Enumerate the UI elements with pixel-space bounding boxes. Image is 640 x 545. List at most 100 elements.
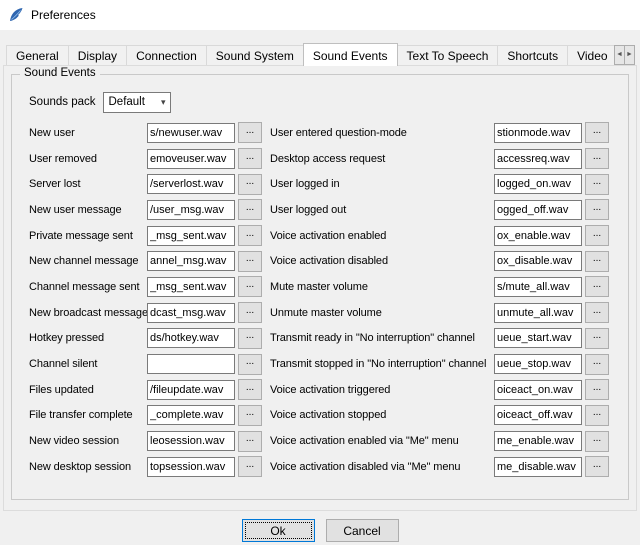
sound-event-row: User removed ... Desktop access request … [12, 146, 628, 172]
event-label: Voice activation disabled via "Me" menu [270, 461, 494, 473]
tab-connection[interactable]: Connection [126, 45, 207, 66]
browse-button[interactable]: ... [585, 225, 609, 246]
cancel-button[interactable]: Cancel [326, 519, 399, 542]
sound-file-input[interactable] [494, 431, 582, 451]
sound-file-input[interactable] [494, 174, 582, 194]
browse-button[interactable]: ... [585, 379, 609, 400]
browse-button[interactable]: ... [585, 199, 609, 220]
event-label: Private message sent [29, 230, 147, 242]
event-label: User removed [29, 153, 147, 165]
browse-button[interactable]: ... [238, 379, 262, 400]
sound-file-input[interactable] [147, 354, 235, 374]
sound-file-input[interactable] [494, 226, 582, 246]
sound-file-input[interactable] [147, 303, 235, 323]
browse-button[interactable]: ... [585, 456, 609, 477]
browse-button[interactable]: ... [238, 328, 262, 349]
event-label: Hotkey pressed [29, 332, 147, 344]
sound-file-input[interactable] [494, 277, 582, 297]
browse-button[interactable]: ... [238, 302, 262, 323]
browse-button[interactable]: ... [585, 122, 609, 143]
tab-sound-system[interactable]: Sound System [206, 45, 304, 66]
sound-event-row: New channel message ... Voice activation… [12, 248, 628, 274]
title-bar: Preferences [0, 0, 640, 30]
browse-button[interactable]: ... [585, 302, 609, 323]
browse-button[interactable]: ... [238, 276, 262, 297]
sound-file-input[interactable] [147, 149, 235, 169]
event-label: Voice activation triggered [270, 384, 494, 396]
event-label: Transmit ready in "No interruption" chan… [270, 332, 494, 344]
tab-general[interactable]: General [6, 45, 69, 66]
sound-file-input[interactable] [147, 431, 235, 451]
groupbox-title: Sound Events [20, 67, 100, 79]
sound-file-input[interactable] [494, 405, 582, 425]
tab-sound-events[interactable]: Sound Events [303, 43, 398, 66]
app-icon [8, 7, 24, 23]
sound-event-row: File transfer complete ... Voice activat… [12, 403, 628, 429]
browse-button[interactable]: ... [585, 251, 609, 272]
browse-button[interactable]: ... [238, 199, 262, 220]
event-label: New desktop session [29, 461, 147, 473]
browse-button[interactable]: ... [238, 174, 262, 195]
sound-event-row: New desktop session ... Voice activation… [12, 454, 628, 480]
sound-events-groupbox: Sound Events Sounds pack Default ▾ New u… [11, 74, 629, 500]
sound-file-input[interactable] [147, 277, 235, 297]
tab-display[interactable]: Display [68, 45, 127, 66]
sound-file-input[interactable] [494, 380, 582, 400]
event-label: New broadcast message [29, 307, 147, 319]
sound-file-input[interactable] [494, 200, 582, 220]
browse-button[interactable]: ... [238, 431, 262, 452]
event-label: Files updated [29, 384, 147, 396]
browse-button[interactable]: ... [585, 431, 609, 452]
browse-button[interactable]: ... [238, 354, 262, 375]
sound-file-input[interactable] [147, 226, 235, 246]
sound-event-row: Channel silent ... Transmit stopped in "… [12, 351, 628, 377]
sound-file-input[interactable] [494, 123, 582, 143]
event-label: New channel message [29, 255, 147, 267]
tab-text-to-speech[interactable]: Text To Speech [397, 45, 499, 66]
event-label: Desktop access request [270, 153, 494, 165]
browse-button[interactable]: ... [585, 405, 609, 426]
browse-button[interactable]: ... [585, 148, 609, 169]
event-label: Server lost [29, 178, 147, 190]
sounds-pack-select[interactable]: Default ▾ [103, 92, 171, 113]
tab-bar: General Display Connection Sound System … [3, 42, 637, 66]
sound-file-input[interactable] [494, 149, 582, 169]
sound-file-input[interactable] [147, 174, 235, 194]
event-label: Voice activation disabled [270, 255, 494, 267]
event-label: User logged in [270, 178, 494, 190]
sound-file-input[interactable] [494, 457, 582, 477]
sound-file-input[interactable] [147, 405, 235, 425]
tab-scroll-right-button[interactable]: ► [624, 45, 635, 65]
browse-button[interactable]: ... [585, 328, 609, 349]
browse-button[interactable]: ... [585, 276, 609, 297]
browse-button[interactable]: ... [238, 456, 262, 477]
tab-scroll-buttons: ◄ ► [614, 45, 635, 65]
sound-file-input[interactable] [147, 328, 235, 348]
browse-button[interactable]: ... [585, 354, 609, 375]
event-label: User entered question-mode [270, 127, 494, 139]
tab-shortcuts[interactable]: Shortcuts [497, 45, 568, 66]
sound-file-input[interactable] [494, 354, 582, 374]
sound-file-input[interactable] [147, 457, 235, 477]
tab-video[interactable]: Video [567, 45, 617, 66]
browse-button[interactable]: ... [238, 225, 262, 246]
event-label: Channel silent [29, 358, 147, 370]
sound-file-input[interactable] [494, 251, 582, 271]
browse-button[interactable]: ... [585, 174, 609, 195]
sound-file-input[interactable] [147, 200, 235, 220]
ok-button[interactable]: Ok [242, 519, 315, 542]
sound-event-row: New user ... User entered question-mode … [12, 120, 628, 146]
browse-button[interactable]: ... [238, 405, 262, 426]
sound-file-input[interactable] [147, 380, 235, 400]
sound-file-input[interactable] [147, 123, 235, 143]
sound-event-row: Channel message sent ... Mute master vol… [12, 274, 628, 300]
sound-file-input[interactable] [494, 303, 582, 323]
sound-file-input[interactable] [147, 251, 235, 271]
sound-file-input[interactable] [494, 328, 582, 348]
event-label: User logged out [270, 204, 494, 216]
browse-button[interactable]: ... [238, 251, 262, 272]
browse-button[interactable]: ... [238, 148, 262, 169]
sounds-pack-value: Default [109, 96, 145, 108]
preferences-dialog: General Display Connection Sound System … [0, 30, 640, 542]
browse-button[interactable]: ... [238, 122, 262, 143]
